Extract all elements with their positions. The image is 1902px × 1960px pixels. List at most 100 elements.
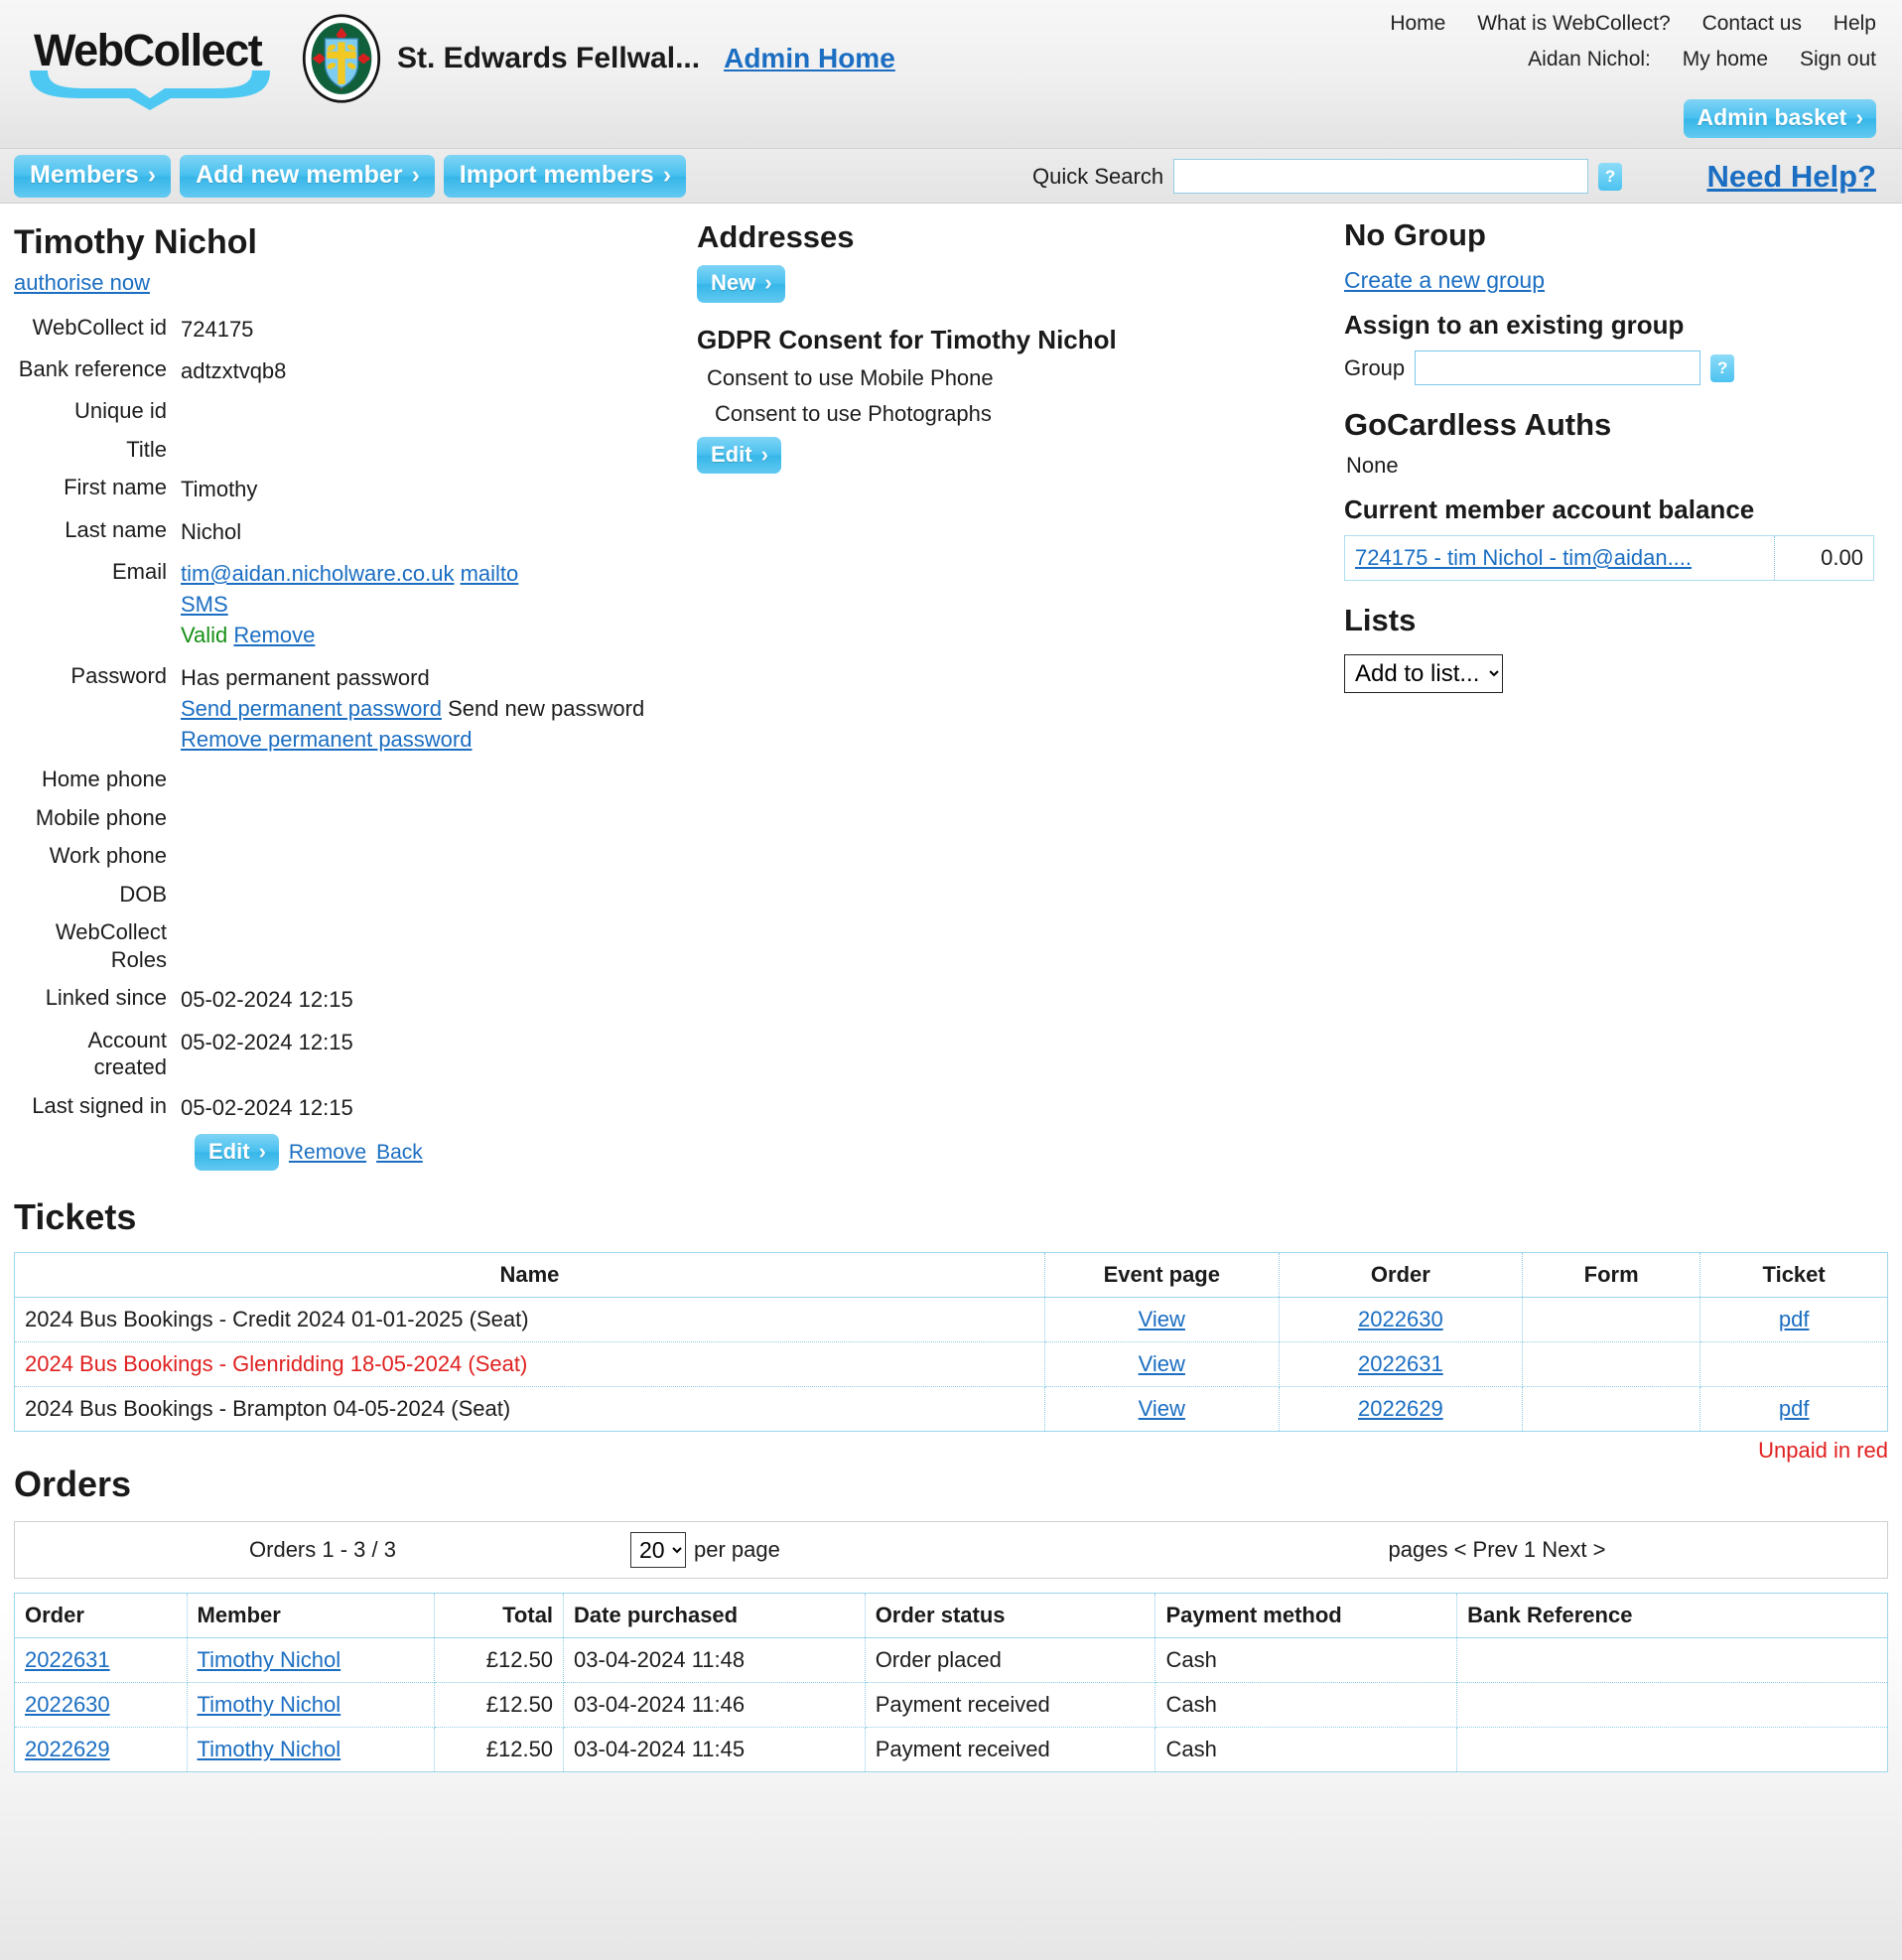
tickets-col-event-page: Event page [1044, 1253, 1279, 1298]
new-address-button[interactable]: New › [697, 265, 785, 303]
order-status-cell: Payment received [865, 1683, 1155, 1728]
order-bank-reference-cell [1457, 1728, 1888, 1772]
order-number-cell: 2022630 [15, 1683, 188, 1728]
ticket-pdf-link[interactable]: pdf [1779, 1396, 1810, 1421]
webcollect-logo[interactable]: WebCollect [18, 7, 284, 110]
nav-contact-us-link[interactable]: Contact us [1702, 12, 1802, 35]
assign-group-heading: Assign to an existing group [1344, 310, 1888, 341]
member-field-list: WebCollect id 724175 Bank reference adtz… [14, 314, 695, 1171]
admin-basket-button[interactable]: Admin basket › [1684, 99, 1877, 138]
email-status-line: Valid Remove [181, 620, 695, 650]
chevron-right-icon: › [411, 160, 419, 191]
need-help-link[interactable]: Need Help? [1706, 159, 1876, 195]
ticket-pdf-link[interactable]: pdf [1779, 1307, 1810, 1331]
order-member-link[interactable]: Timothy Nichol [198, 1647, 341, 1672]
group-heading: No Group [1344, 217, 1888, 253]
addresses-heading: Addresses [697, 219, 1340, 255]
ticket-view-link[interactable]: View [1139, 1307, 1185, 1331]
top-header-bar: WebCollect St. Edwards Fe [0, 0, 1902, 149]
order-number-link[interactable]: 2022630 [25, 1692, 110, 1717]
current-user-label: Aidan Nichol: [1528, 48, 1651, 70]
balance-account-link[interactable]: 724175 - tim Nichol - tim@aidan.... [1355, 545, 1692, 570]
field-linked-since: Linked since 05-02-2024 12:15 [14, 984, 695, 1015]
nav-what-is-webcollect-link[interactable]: What is WebCollect? [1477, 12, 1671, 35]
tickets-col-ticket: Ticket [1700, 1253, 1888, 1298]
quick-search-help-icon[interactable]: ? [1598, 163, 1622, 191]
email-mailto-link[interactable]: mailto [461, 561, 519, 586]
send-permanent-password-link[interactable]: Send permanent password [181, 696, 442, 721]
edit-gdpr-button[interactable]: Edit › [697, 437, 781, 475]
sms-line: SMS [181, 589, 695, 620]
authorise-now-link[interactable]: authorise now [14, 270, 150, 296]
nav-my-home-link[interactable]: My home [1683, 48, 1768, 70]
add-new-member-button-label: Add new member [196, 160, 402, 191]
remove-member-link[interactable]: Remove [289, 1141, 366, 1165]
nav-sign-out-link[interactable]: Sign out [1800, 48, 1876, 70]
ticket-pdf-cell: pdf [1700, 1298, 1888, 1342]
field-last-name: Last name Nichol [14, 516, 695, 547]
orders-pages-nav[interactable]: pages < Prev 1 Next > [1107, 1537, 1887, 1563]
order-number-link[interactable]: 2022631 [25, 1647, 110, 1672]
order-payment-method-cell: Cash [1155, 1683, 1457, 1728]
order-number-link[interactable]: 2022629 [25, 1737, 110, 1761]
ticket-pdf-cell: pdf [1700, 1387, 1888, 1432]
remove-permanent-password-link[interactable]: Remove permanent password [181, 727, 472, 752]
chevron-right-icon: › [259, 1138, 266, 1166]
search-input[interactable] [1173, 159, 1588, 194]
per-page-select[interactable]: 20 [630, 1532, 686, 1568]
webcollect-swoosh-icon [26, 69, 274, 110]
balance-account-cell: 724175 - tim Nichol - tim@aidan.... [1345, 536, 1775, 581]
group-input[interactable] [1415, 350, 1700, 385]
field-last-signed-in: Last signed in 05-02-2024 12:15 [14, 1092, 695, 1123]
field-home-phone: Home phone [14, 766, 695, 793]
table-row: 724175 - tim Nichol - tim@aidan.... 0.00 [1345, 536, 1874, 581]
orders-pagination-bar: Orders 1 - 3 / 3 20 per page pages < Pre… [14, 1521, 1888, 1579]
group-help-icon[interactable]: ? [1710, 354, 1734, 382]
create-new-group-link[interactable]: Create a new group [1344, 267, 1545, 294]
admin-home-link[interactable]: Admin Home [724, 43, 895, 74]
order-member-link[interactable]: Timothy Nichol [198, 1737, 341, 1761]
table-header-row: Name Event page Order Form Ticket [15, 1253, 1888, 1298]
orders-table-head: Order Member Total Date purchased Order … [15, 1594, 1888, 1638]
ticket-event-page-cell: View [1044, 1387, 1279, 1432]
field-label: Account created [14, 1027, 181, 1081]
field-value: 05-02-2024 12:15 [181, 1092, 695, 1123]
nav-help-link[interactable]: Help [1834, 12, 1876, 35]
gdpr-consent-photographs: Consent to use Photographs [715, 401, 1340, 427]
order-total-cell: £12.50 [434, 1683, 563, 1728]
table-row: 2024 Bus Bookings - Credit 2024 01-01-20… [15, 1298, 1888, 1342]
email-sms-link[interactable]: SMS [181, 592, 228, 617]
main-content: Timothy Nichol authorise now WebCollect … [0, 204, 1902, 1171]
add-new-member-button[interactable]: Add new member › [180, 155, 435, 198]
email-remove-link[interactable]: Remove [233, 623, 315, 647]
order-date-cell: 03-04-2024 11:45 [564, 1728, 866, 1772]
field-webcollect-id: WebCollect id 724175 [14, 314, 695, 345]
nav-home-link[interactable]: Home [1390, 12, 1445, 35]
ticket-order-link[interactable]: 2022631 [1358, 1351, 1443, 1376]
import-members-button-label: Import members [460, 160, 654, 191]
ticket-name-cell: 2024 Bus Bookings - Credit 2024 01-01-20… [15, 1298, 1045, 1342]
add-to-list-select[interactable]: Add to list... [1344, 654, 1503, 693]
import-members-button[interactable]: Import members › [444, 155, 686, 198]
field-title: Title [14, 436, 695, 464]
ticket-order-cell: 2022631 [1279, 1342, 1522, 1387]
order-member-link[interactable]: Timothy Nichol [198, 1692, 341, 1717]
back-link[interactable]: Back [376, 1141, 423, 1165]
chevron-right-icon: › [1855, 103, 1863, 132]
edit-member-button[interactable]: Edit › [195, 1134, 279, 1172]
members-button[interactable]: Members › [14, 155, 171, 198]
per-page-label: per page [694, 1537, 780, 1563]
order-bank-reference-cell [1457, 1683, 1888, 1728]
email-address-link[interactable]: tim@aidan.nicholware.co.uk [181, 561, 454, 586]
quick-search-label: Quick Search [1032, 164, 1163, 190]
field-value: Nichol [181, 516, 695, 547]
ticket-view-link[interactable]: View [1139, 1396, 1185, 1421]
quick-search-group: Quick Search ? [1032, 159, 1622, 194]
order-total-cell: £12.50 [434, 1638, 563, 1683]
order-payment-method-cell: Cash [1155, 1728, 1457, 1772]
orders-table-section: Order Member Total Date purchased Order … [0, 1593, 1902, 1772]
ticket-order-link[interactable]: 2022629 [1358, 1396, 1443, 1421]
ticket-view-link[interactable]: View [1139, 1351, 1185, 1376]
table-row: 2022630 Timothy Nichol £12.50 03-04-2024… [15, 1683, 1888, 1728]
ticket-order-link[interactable]: 2022630 [1358, 1307, 1443, 1331]
